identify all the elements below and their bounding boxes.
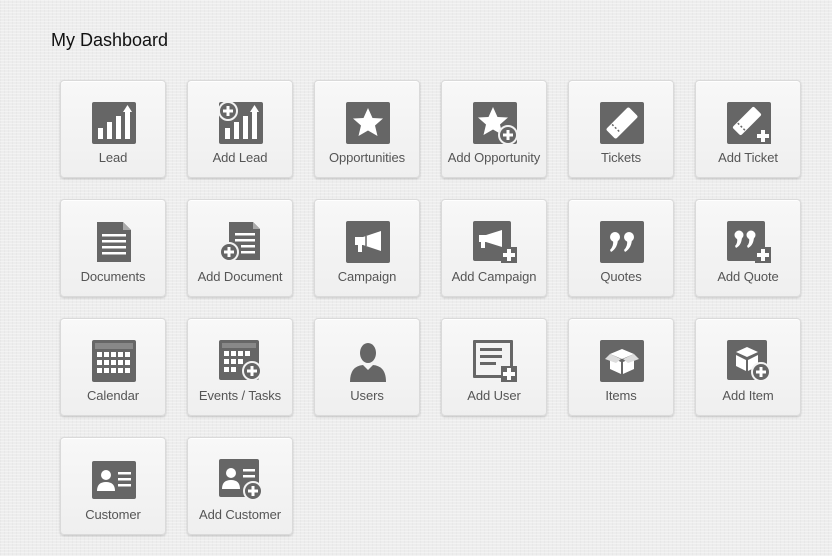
tile-customer[interactable]: Customer <box>60 437 166 535</box>
add-box-icon <box>727 340 771 382</box>
tile-label: Add Opportunity <box>447 150 541 165</box>
add-contact-card-icon <box>219 459 263 501</box>
tile-add-quote[interactable]: Add Quote <box>695 199 801 297</box>
calendar-icon <box>92 340 136 382</box>
tile-label: Items <box>605 388 637 403</box>
tile-add-customer[interactable]: Add Customer <box>187 437 293 535</box>
tile-label: Add User <box>467 388 521 403</box>
add-calendar-icon <box>219 340 263 382</box>
quote-icon <box>600 221 644 263</box>
add-bar-chart-icon <box>219 102 263 144</box>
tile-add-user[interactable]: Add User <box>441 318 547 416</box>
tile-add-opportunity[interactable]: Add Opportunity <box>441 80 547 178</box>
tile-label: Opportunities <box>328 150 406 165</box>
tile-opportunities[interactable]: Opportunities <box>314 80 420 178</box>
tile-label: Lead <box>98 150 128 165</box>
tile-lead[interactable]: Lead <box>60 80 166 178</box>
tile-add-item[interactable]: Add Item <box>695 318 801 416</box>
tile-documents[interactable]: Documents <box>60 199 166 297</box>
tile-campaign[interactable]: Campaign <box>314 199 420 297</box>
tile-quotes[interactable]: Quotes <box>568 199 674 297</box>
tile-label: Users <box>350 388 384 403</box>
tile-tickets[interactable]: Tickets <box>568 80 674 178</box>
tile-label: Campaign <box>337 269 397 284</box>
ticket-icon <box>600 102 644 144</box>
tile-add-lead[interactable]: Add Lead <box>187 80 293 178</box>
tile-label: Events / Tasks <box>198 388 282 403</box>
tile-label: Add Quote <box>717 269 779 284</box>
tile-add-ticket[interactable]: Add Ticket <box>695 80 801 178</box>
star-icon <box>346 102 390 144</box>
document-icon <box>92 221 136 263</box>
tile-label: Customer <box>85 507 141 522</box>
add-ticket-icon <box>727 102 771 144</box>
megaphone-icon <box>346 221 390 263</box>
tile-calendar[interactable]: Calendar <box>60 318 166 416</box>
page-title: My Dashboard <box>51 30 169 50</box>
tile-events-tasks[interactable]: Events / Tasks <box>187 318 293 416</box>
add-quote-icon <box>727 221 771 263</box>
tile-label: Add Document <box>197 269 283 284</box>
box-icon <box>600 340 644 382</box>
tile-label: Calendar <box>87 388 139 403</box>
add-megaphone-icon <box>473 221 517 263</box>
bar-chart-icon <box>92 102 136 144</box>
tile-users[interactable]: Users <box>314 318 420 416</box>
tile-label: Add Lead <box>212 150 268 165</box>
tile-label: Tickets <box>601 150 641 165</box>
tile-label: Add Item <box>722 388 774 403</box>
contact-card-icon <box>92 459 136 501</box>
tile-label: Add Campaign <box>451 269 537 284</box>
tile-label: Add Ticket <box>718 150 778 165</box>
add-user-icon <box>473 340 517 382</box>
tile-label: Add Customer <box>199 507 281 522</box>
tile-add-document[interactable]: Add Document <box>187 199 293 297</box>
tile-label: Quotes <box>600 269 642 284</box>
tile-label: Documents <box>80 269 146 284</box>
add-document-icon <box>219 221 263 263</box>
user-icon <box>346 340 390 382</box>
tile-add-campaign[interactable]: Add Campaign <box>441 199 547 297</box>
add-star-icon <box>473 102 517 144</box>
tile-items[interactable]: Items <box>568 318 674 416</box>
